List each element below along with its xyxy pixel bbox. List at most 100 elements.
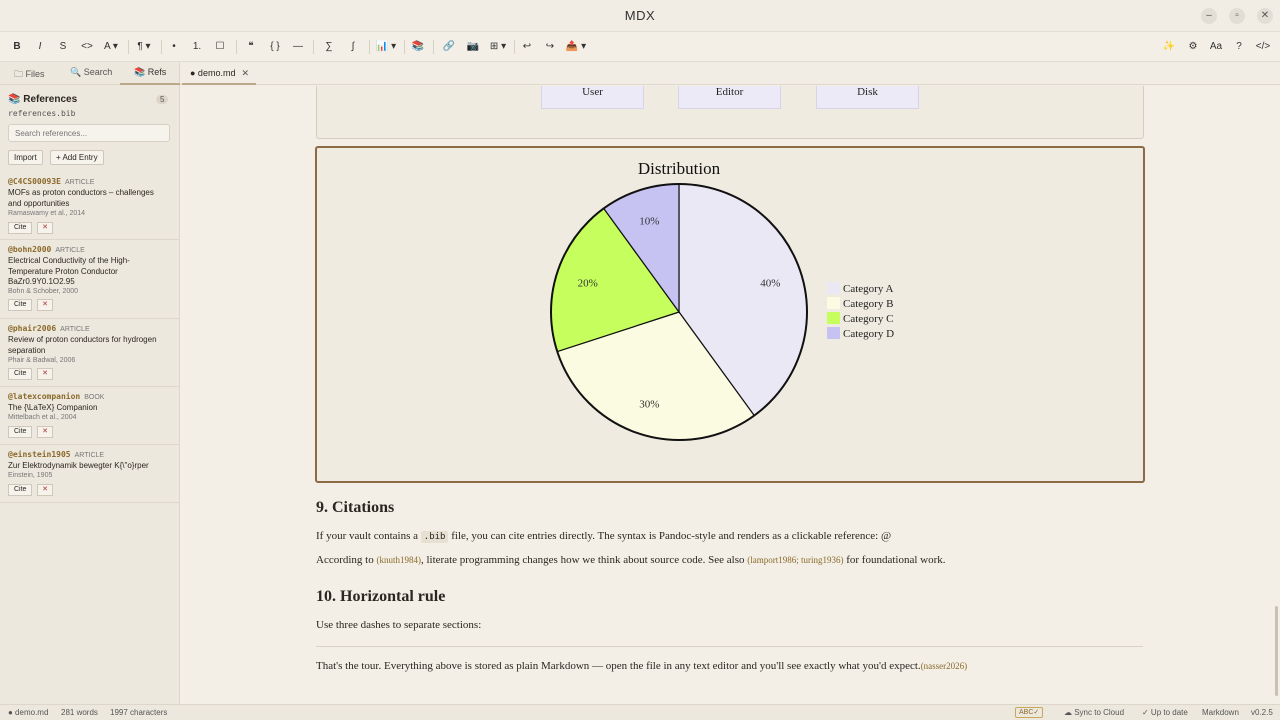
code-block-button[interactable]: { } xyxy=(266,38,284,56)
reference-key: @bohn2000 xyxy=(8,245,52,254)
inline-code-button[interactable]: <> xyxy=(79,38,95,56)
table-menu-button[interactable]: ⊞ ▾ xyxy=(487,38,509,56)
reference-key: @latexcompanion xyxy=(8,392,81,401)
reference-item[interactable]: @latexcompanion BOOK The {\LaTeX} Compani… xyxy=(0,387,179,445)
reference-type: ARTICLE xyxy=(64,179,95,186)
add-entry-button[interactable]: + Add Entry xyxy=(50,150,104,165)
reference-key: @einstein1905 xyxy=(8,450,71,459)
delete-reference-button[interactable]: ✕ xyxy=(37,426,53,438)
status-bar: ● demo.md 281 words 1997 characters ABC✓… xyxy=(0,704,1280,720)
close-tab-icon[interactable]: ✕ xyxy=(241,62,249,84)
reference-item[interactable]: @C4CS00093E ARTICLE MOFs as proton conduc… xyxy=(0,172,179,240)
horizontal-rule-button[interactable]: — xyxy=(291,38,305,56)
legend-label: Category C xyxy=(843,313,893,325)
flow-diagram: User Editor Disk xyxy=(316,86,1144,139)
bold-button[interactable]: B xyxy=(10,38,24,56)
image-button[interactable]: 📷 xyxy=(465,38,481,56)
rule-paragraph: Use three dashes to separate sections: xyxy=(316,619,482,631)
import-button[interactable]: Import xyxy=(8,150,43,165)
status-filename: ● demo.md xyxy=(8,708,49,717)
reference-type: ARTICLE xyxy=(74,452,105,459)
reference-title: The {\LaTeX} Companion xyxy=(8,403,98,412)
inline-code: .bib xyxy=(420,531,449,543)
cite-button[interactable]: Cite xyxy=(8,426,33,438)
tab-files[interactable]: 🗀 Files xyxy=(14,67,45,83)
maximize-button[interactable]: ▫ xyxy=(1229,8,1245,24)
settings-button[interactable]: ⚙ xyxy=(1185,38,1201,56)
numbered-list-button[interactable]: 1. xyxy=(190,38,204,56)
citation-link[interactable]: (nasser2026) xyxy=(921,661,968,671)
cite-button[interactable]: Cite xyxy=(8,299,33,311)
cite-button[interactable]: Cite xyxy=(8,222,33,234)
reference-title: Electrical Conductivity of the High-Temp… xyxy=(8,256,130,286)
legend-label: Category B xyxy=(843,298,893,310)
checkbox-button[interactable]: ☐ xyxy=(213,38,227,56)
formatting-toolbar: B I S <> A ▾ ¶ ▾ • 1. ☐ ❝ { } — ∑ ∫ 📊 ▾ … xyxy=(0,32,1280,62)
redo-button[interactable]: ↪ xyxy=(543,38,557,56)
reference-title: MOFs as proton conductors – challenges a… xyxy=(8,188,154,208)
pie-chart-block[interactable]: Distribution 40% 30% 20% 10% Category A Catego… xyxy=(315,146,1145,483)
slice-label: 20% xyxy=(578,277,598,289)
citation-link[interactable]: (knuth1984) xyxy=(376,555,421,565)
paragraph-style-button[interactable]: ¶ ▾ xyxy=(134,38,154,56)
delete-reference-button[interactable]: ✕ xyxy=(37,368,53,380)
scrollbar[interactable] xyxy=(1275,606,1278,696)
help-button[interactable]: ? xyxy=(1233,38,1245,56)
slice-label: 40% xyxy=(760,277,780,289)
integral-button[interactable]: ∫ xyxy=(346,38,360,56)
language-mode[interactable]: Markdown xyxy=(1202,708,1239,717)
editor-tab-bar: ● demo.md ✕ xyxy=(180,62,1280,85)
tab-label: ● demo.md xyxy=(190,68,236,78)
minimize-button[interactable]: – xyxy=(1201,8,1217,24)
app-version: v0.2.5 xyxy=(1251,708,1273,717)
export-menu-button[interactable]: 📤 ▾ xyxy=(565,38,587,56)
reference-authors: Bohn & Schober, 2000 xyxy=(8,288,79,295)
delete-reference-button[interactable]: ✕ xyxy=(37,299,53,311)
diagram-node-user: User xyxy=(541,86,644,109)
reference-authors: Phair & Badwal, 2006 xyxy=(8,357,76,364)
legend-label: Category A xyxy=(843,283,893,295)
chart-menu-button[interactable]: 📊 ▾ xyxy=(375,38,397,56)
heading-horizontal-rule: 10. Horizontal rule xyxy=(316,588,446,605)
reference-item[interactable]: @phair2006 ARTICLE Review of proton condu… xyxy=(0,319,179,387)
ai-assist-button[interactable]: ✨ xyxy=(1161,38,1177,56)
spellcheck-toggle[interactable]: ABC✓ xyxy=(1015,707,1044,718)
legend-swatch xyxy=(827,282,840,294)
sidebar-tabs: 🗀 Files 🔍 Search 📚 Refs xyxy=(0,62,180,85)
reference-type: ARTICLE xyxy=(60,326,90,333)
quote-button[interactable]: ❝ xyxy=(244,38,258,56)
legend-swatch xyxy=(827,297,840,309)
reference-search-input[interactable] xyxy=(8,124,170,142)
window-title: MDX xyxy=(624,8,656,23)
close-window-button[interactable]: ✕ xyxy=(1257,8,1273,24)
active-tab-indicator xyxy=(120,83,180,85)
reference-key: @phair2006 xyxy=(8,324,57,333)
font-button[interactable]: Aa xyxy=(1207,38,1225,56)
source-view-button[interactable]: </> xyxy=(1253,38,1273,56)
tab-search[interactable]: 🔍 Search xyxy=(70,67,112,78)
reference-item[interactable]: @einstein1905 ARTICLE Zur Elektrodynamik … xyxy=(0,445,179,503)
text-color-button[interactable]: A ▾ xyxy=(101,38,121,56)
reference-authors: Ramaswamy et al., 2014 xyxy=(8,210,86,217)
legend-label: Category D xyxy=(843,328,894,340)
citations-paragraph: If your vault contains a .bib file, you … xyxy=(316,530,892,543)
link-button[interactable]: 🔗 xyxy=(441,38,457,56)
reference-item[interactable]: @bohn2000 ARTICLE Electrical Conductivity… xyxy=(0,240,179,319)
reference-title: Zur Elektrodynamik bewegter K{\"o}rper xyxy=(8,461,149,470)
citation-link[interactable]: (lamport1986; turing1936) xyxy=(747,555,843,565)
delete-reference-button[interactable]: ✕ xyxy=(37,484,53,496)
bullet-list-button[interactable]: • xyxy=(167,38,181,56)
strikethrough-button[interactable]: S xyxy=(56,38,70,56)
chart-title: Distribution xyxy=(638,159,721,178)
tab-refs[interactable]: 📚 Refs xyxy=(134,67,166,78)
sync-button[interactable]: ☁ Sync to Cloud xyxy=(1064,708,1124,717)
delete-reference-button[interactable]: ✕ xyxy=(37,222,53,234)
tab-demo-md[interactable]: ● demo.md ✕ xyxy=(182,62,256,85)
italic-button[interactable]: I xyxy=(33,38,47,56)
references-button[interactable]: 📚 xyxy=(410,38,426,56)
cite-button[interactable]: Cite xyxy=(8,368,33,380)
sum-button[interactable]: ∑ xyxy=(322,38,336,56)
undo-button[interactable]: ↩ xyxy=(520,38,534,56)
cite-button[interactable]: Cite xyxy=(8,484,33,496)
document-area[interactable]: User Editor Disk Distribution 40% 30% 20% 10… xyxy=(180,86,1280,704)
